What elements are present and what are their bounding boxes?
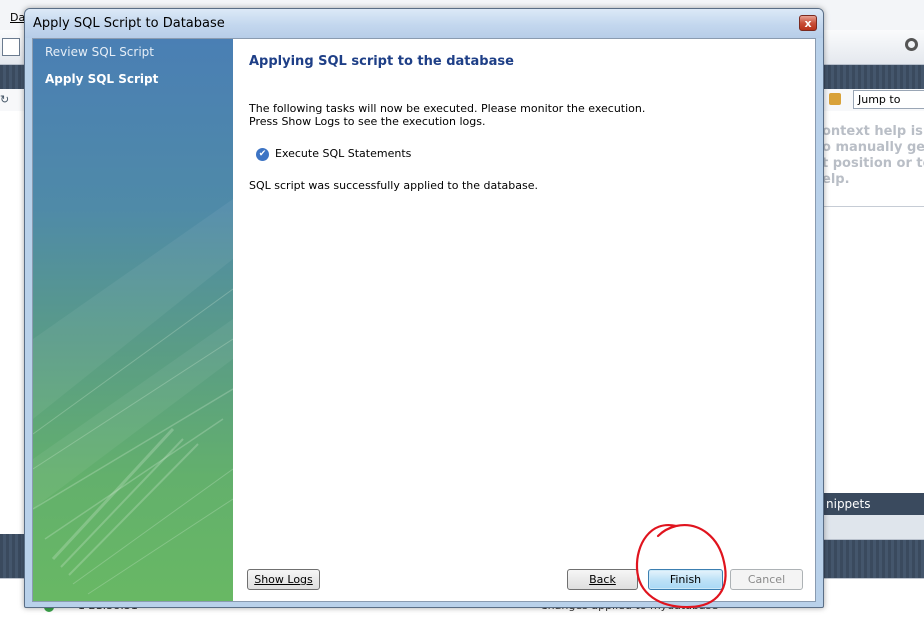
result-message: SQL script was successfully applied to t…: [249, 179, 539, 192]
jump-to-dropdown[interactable]: Jump to: [853, 90, 924, 109]
snippets-toolbar: [822, 515, 924, 540]
gear-icon[interactable]: [905, 38, 918, 51]
wizard-content: Applying SQL script to the database The …: [233, 39, 815, 601]
apply-sql-dialog: Apply SQL Script to Database x Review SQ…: [24, 8, 824, 608]
wizard-step-review: Review SQL Script: [45, 45, 154, 59]
finish-button[interactable]: Finish: [648, 569, 723, 590]
snippets-tab[interactable]: nippets: [822, 493, 924, 515]
dialog-titlebar[interactable]: Apply SQL Script to Database x: [25, 9, 823, 38]
back-label: Back: [589, 573, 616, 586]
wizard-step-apply: Apply SQL Script: [45, 72, 159, 86]
task-execute-sql: Execute SQL Statements: [275, 147, 412, 160]
sidebar-decoration-graphic: [33, 199, 233, 595]
dialog-body: Review SQL Script Apply SQL Script Apply…: [32, 38, 816, 602]
description-line-2: Press Show Logs to see the execution log…: [249, 115, 486, 128]
dialog-title: Apply SQL Script to Database: [33, 16, 225, 31]
page-title: Applying SQL script to the database: [249, 54, 514, 69]
back-button[interactable]: Back: [567, 569, 638, 590]
context-help-icon[interactable]: [829, 93, 841, 105]
show-logs-label: Show Logs: [254, 573, 313, 586]
finish-label: Finish: [669, 573, 702, 586]
description-line-1: The following tasks will now be executed…: [249, 102, 646, 115]
context-help-divider: [822, 206, 924, 207]
toolbar-window-icon[interactable]: [2, 38, 20, 56]
check-circle-icon: ✔: [256, 148, 269, 161]
show-logs-button[interactable]: Show Logs: [247, 569, 320, 590]
context-help-text: ontext help is dis o manually get t posi…: [822, 124, 924, 187]
close-icon[interactable]: x: [799, 15, 817, 31]
background-snippets-header: [822, 540, 924, 578]
task-description: The following tasks will now be executed…: [249, 102, 645, 128]
wizard-steps-sidebar: Review SQL Script Apply SQL Script: [33, 39, 233, 601]
refresh-icon[interactable]: ↻: [0, 93, 9, 106]
cancel-button[interactable]: Cancel: [730, 569, 803, 590]
background-output-header: [0, 534, 26, 578]
menu-item-database[interactable]: Da: [10, 11, 25, 24]
background-left-panel: [0, 111, 27, 534]
cancel-label: Cancel: [747, 573, 786, 586]
